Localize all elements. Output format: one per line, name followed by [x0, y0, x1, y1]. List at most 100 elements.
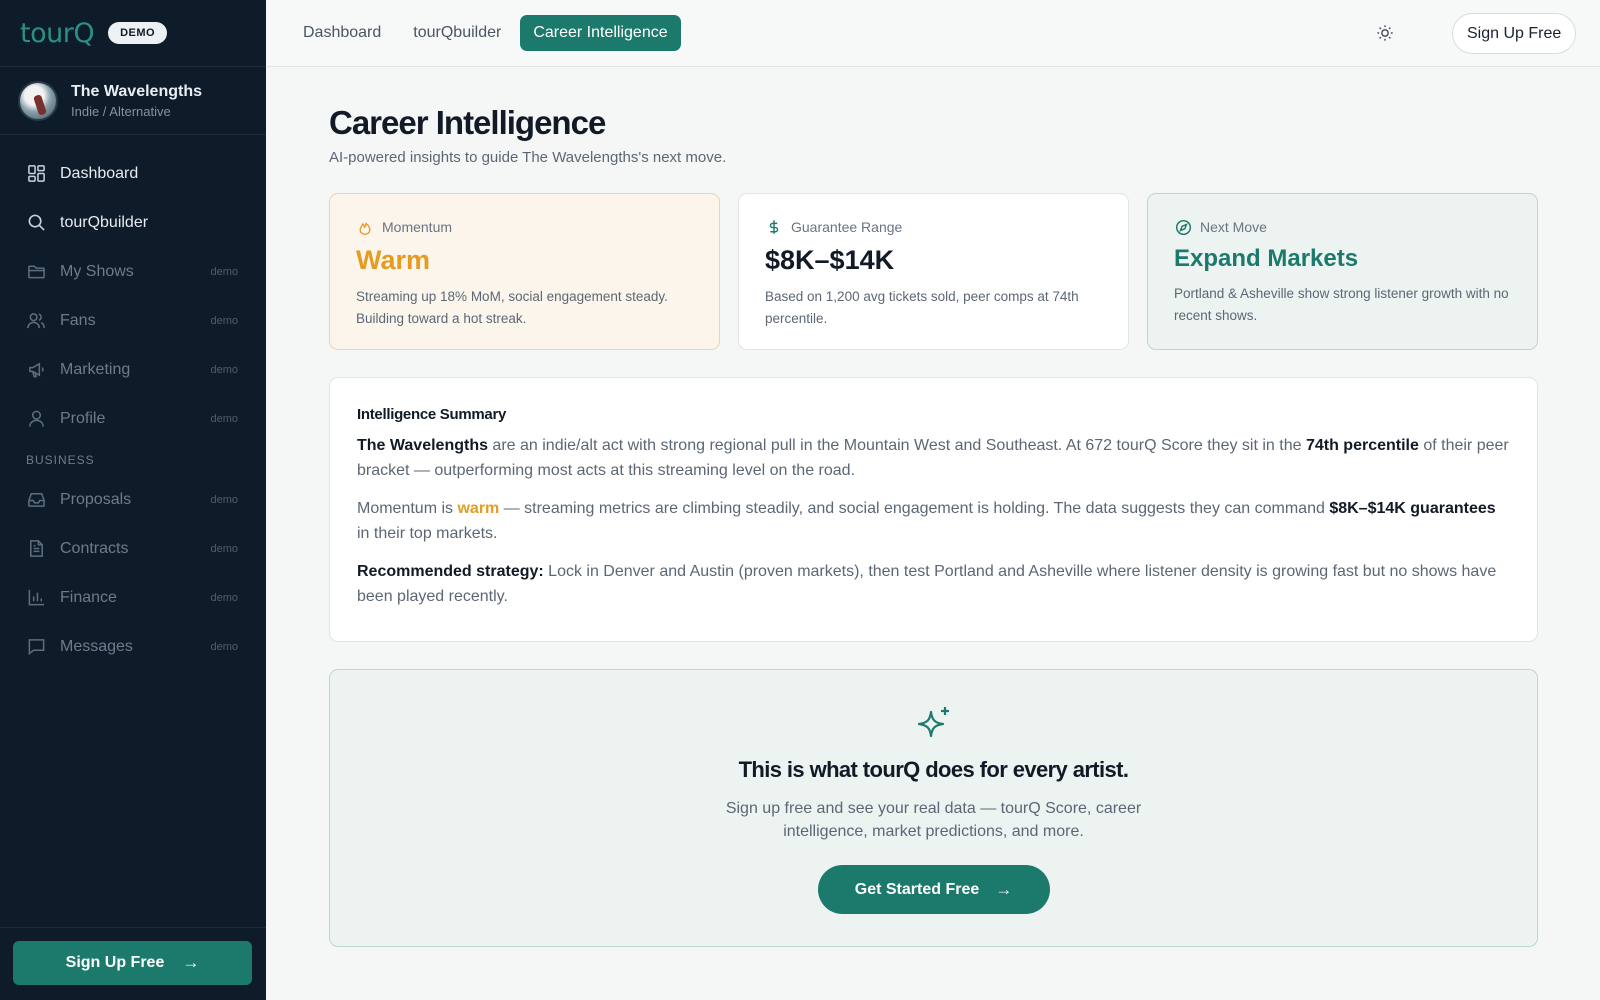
sidebar: tourQ DEMO The Wavelengths Indie / Alter…: [0, 0, 266, 1000]
demo-badge: DEMO: [108, 22, 168, 44]
page-subtitle: AI-powered insights to guide The Wavelen…: [329, 149, 727, 166]
cta-subtitle: Sign up free and see your real data — to…: [725, 800, 1142, 840]
summary-paragraph-1: The Wavelengths are an indie/alt act wit…: [357, 433, 1510, 483]
demo-tag: demo: [210, 265, 238, 278]
demo-tag: demo: [210, 412, 238, 425]
brand-header: tourQ DEMO: [0, 0, 266, 67]
card-header: Guarantee Range: [765, 218, 1102, 236]
top-bar: Dashboard tourQbuilder Career Intelligen…: [266, 0, 1600, 67]
sun-icon[interactable]: [1374, 22, 1396, 44]
avatar: [18, 80, 58, 121]
momentum-highlight: warm: [457, 500, 500, 517]
card-label: Guarantee Range: [791, 219, 903, 235]
sidebar-item-label: Marketing: [60, 360, 131, 378]
flame-icon: [356, 218, 374, 236]
demo-tag: demo: [210, 591, 238, 604]
main-content: Career Intelligence AI-powered insights …: [329, 67, 1538, 947]
card-label: Next Move: [1200, 219, 1267, 235]
user-icon: [26, 409, 46, 429]
summary-text: in their top markets.: [357, 525, 498, 542]
momentum-card: Momentum Warm Streaming up 18% MoM, soci…: [329, 193, 720, 350]
section-label-business: BUSINESS: [26, 453, 95, 467]
sidebar-nav: Dashboard tourQbuilder My Shows demo Fan…: [0, 135, 266, 671]
card-header: Momentum: [356, 218, 693, 236]
next-move-desc: Portland & Asheville show strong listene…: [1174, 286, 1509, 323]
sidebar-item-tourqbuilder[interactable]: tourQbuilder: [0, 198, 266, 247]
sidebar-item-my-shows[interactable]: My Shows demo: [0, 247, 266, 296]
momentum-desc: Streaming up 18% MoM, social engagement …: [356, 289, 668, 326]
demo-tag: demo: [210, 314, 238, 327]
sidebar-item-label: My Shows: [60, 262, 134, 280]
demo-tag: demo: [210, 493, 238, 506]
sidebar-item-proposals[interactable]: Proposals demo: [0, 475, 266, 524]
sidebar-item-fans[interactable]: Fans demo: [0, 296, 266, 345]
arrow-right-icon: →: [182, 953, 200, 972]
dollar-icon: [765, 218, 783, 236]
search-icon: [26, 213, 46, 233]
next-move-card: Next Move Expand Markets Portland & Ashe…: [1147, 193, 1538, 350]
tourq-logo[interactable]: tourQ: [20, 18, 95, 49]
users-icon: [26, 311, 46, 331]
summary-title: Intelligence Summary: [357, 406, 507, 423]
bar-chart-icon: [26, 588, 46, 608]
top-tabs: Dashboard tourQbuilder Career Intelligen…: [290, 15, 681, 51]
card-header: Next Move: [1174, 218, 1511, 236]
summary-text: Momentum is: [357, 500, 458, 517]
sidebar-footer: Sign Up Free →: [0, 927, 266, 1000]
tab-dashboard[interactable]: Dashboard: [290, 15, 394, 51]
sidebar-signup-label: Sign Up Free: [65, 954, 165, 971]
insight-cards: Momentum Warm Streaming up 18% MoM, soci…: [329, 193, 1538, 350]
demo-tag: demo: [210, 363, 238, 376]
inbox-icon: [26, 490, 46, 510]
sidebar-item-label: Messages: [60, 637, 133, 655]
sidebar-item-label: Dashboard: [60, 164, 139, 182]
demo-tag: demo: [210, 640, 238, 653]
sidebar-item-messages[interactable]: Messages demo: [0, 622, 266, 671]
percentile-bold: 74th percentile: [1305, 437, 1419, 454]
sidebar-item-contracts[interactable]: Contracts demo: [0, 524, 266, 573]
summary-text: — streaming metrics are climbing steadil…: [499, 500, 1330, 517]
sidebar-item-dashboard[interactable]: Dashboard: [0, 149, 266, 198]
folder-icon: [26, 262, 46, 282]
demo-tag: demo: [210, 542, 238, 555]
strategy-label: Recommended strategy:: [357, 563, 544, 580]
grid-icon: [26, 164, 46, 184]
sidebar-item-label: tourQbuilder: [60, 213, 149, 231]
artist-profile[interactable]: The Wavelengths Indie / Alternative: [0, 67, 266, 135]
guarantee-value: $8K–$14K: [765, 245, 895, 275]
artist-genre: Indie / Alternative: [71, 103, 171, 119]
guarantee-bold: $8K–$14K guarantees: [1329, 500, 1496, 517]
sidebar-item-marketing[interactable]: Marketing demo: [0, 345, 266, 394]
message-icon: [26, 637, 46, 657]
sidebar-item-profile[interactable]: Profile demo: [0, 394, 266, 443]
artist-name-bold: The Wavelengths: [357, 437, 488, 454]
guarantee-desc: Based on 1,200 avg tickets sold, peer co…: [765, 289, 1079, 326]
page-title: Career Intelligence: [329, 104, 606, 141]
signup-cta-panel: This is what tourQ does for every artist…: [329, 669, 1538, 947]
summary-paragraph-2: Momentum is warm — streaming metrics are…: [357, 496, 1510, 546]
sidebar-item-label: Contracts: [60, 539, 129, 557]
artist-name: The Wavelengths: [71, 82, 202, 100]
guarantee-card: Guarantee Range $8K–$14K Based on 1,200 …: [738, 193, 1129, 350]
sidebar-signup-button[interactable]: Sign Up Free →: [13, 941, 252, 985]
next-move-value: Expand Markets: [1174, 245, 1359, 272]
tab-tourqbuilder[interactable]: tourQbuilder: [400, 15, 514, 51]
megaphone-icon: [26, 360, 46, 380]
sidebar-item-label: Finance: [60, 588, 117, 606]
cta-title: This is what tourQ does for every artist…: [738, 757, 1129, 782]
sidebar-item-label: Fans: [60, 311, 96, 329]
momentum-value: Warm: [356, 245, 431, 275]
arrow-right-icon: →: [995, 879, 1013, 899]
intelligence-summary: Intelligence Summary The Wavelengths are…: [329, 377, 1538, 642]
document-icon: [26, 539, 46, 559]
sidebar-item-label: Proposals: [60, 490, 132, 508]
get-started-button[interactable]: Get Started Free →: [817, 865, 1050, 914]
tab-career-intelligence[interactable]: Career Intelligence: [520, 15, 681, 51]
compass-icon: [1174, 218, 1192, 236]
sparkle-icon: [914, 704, 954, 744]
artist-info: The Wavelengths Indie / Alternative: [71, 83, 202, 119]
card-label: Momentum: [382, 219, 453, 235]
sidebar-item-finance[interactable]: Finance demo: [0, 573, 266, 622]
get-started-label: Get Started Free: [854, 880, 980, 898]
top-signup-button[interactable]: Sign Up Free: [1452, 13, 1577, 54]
